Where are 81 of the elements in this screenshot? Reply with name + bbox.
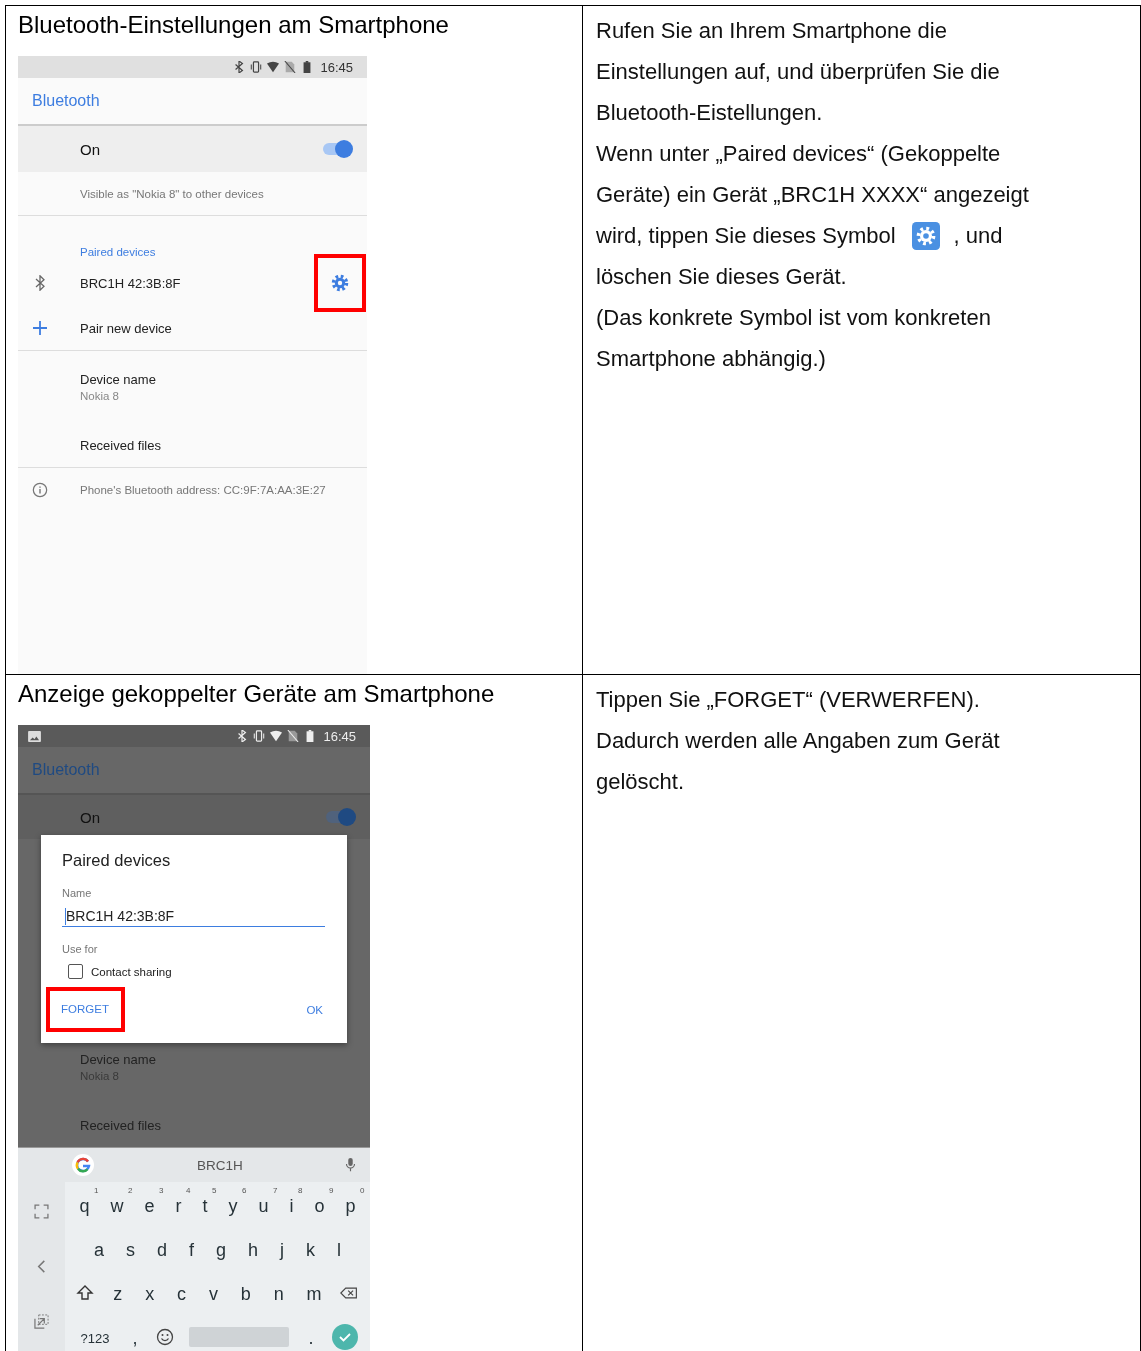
wifi-icon bbox=[267, 61, 280, 73]
dialog-title: Paired devices bbox=[62, 851, 172, 870]
google-logo-icon[interactable] bbox=[71, 1153, 95, 1177]
info-icon bbox=[32, 482, 48, 498]
pair-new-device[interactable]: Pair new device bbox=[80, 320, 172, 336]
visibility-note: Visible as "Nokia 8" to other devices bbox=[80, 187, 264, 200]
keyboard-key[interactable]: b bbox=[236, 1280, 255, 1306]
device-name-label: Device name bbox=[80, 1052, 157, 1067]
bluetooth-icon bbox=[236, 730, 249, 742]
screen-title: Bluetooth bbox=[32, 761, 100, 779]
instruction-text: löschen Sie dieses Gerät. bbox=[596, 263, 847, 291]
keyboard-key[interactable]: f bbox=[184, 1235, 198, 1261]
keyboard-key[interactable]: a bbox=[90, 1235, 108, 1261]
status-time: 16:45 bbox=[323, 728, 356, 744]
keyboard-key[interactable]: x bbox=[141, 1280, 159, 1306]
vibrate-icon bbox=[253, 730, 266, 742]
keyboard-key[interactable]: j bbox=[275, 1235, 288, 1261]
name-input-field[interactable]: BRC1H 42:3B:8F bbox=[62, 899, 325, 927]
use-for-label: Use for bbox=[62, 943, 99, 955]
keyboard-key[interactable]: h bbox=[243, 1235, 262, 1261]
instruction-text: , und bbox=[953, 222, 1003, 250]
instruction-text: Smartphone abhängig.) bbox=[596, 345, 826, 373]
keyboard-key[interactable]: m bbox=[302, 1280, 326, 1306]
bluetooth-switch[interactable] bbox=[326, 811, 354, 823]
forget-button[interactable]: FORGET bbox=[46, 987, 125, 1032]
keyboard-key[interactable]: g bbox=[211, 1235, 230, 1261]
field-label: Name bbox=[62, 887, 93, 899]
popout-icon[interactable] bbox=[34, 1314, 49, 1329]
keyboard-key[interactable]: c bbox=[173, 1280, 191, 1306]
vibrate-icon bbox=[250, 61, 263, 73]
toggle-label: On bbox=[80, 140, 101, 158]
step-caption: Anzeige gekoppelter Geräte am Smartphone bbox=[18, 679, 496, 709]
status-time: 16:45 bbox=[320, 59, 353, 75]
symbols-key[interactable]: ?123 bbox=[76, 1327, 114, 1347]
instruction-text: gelöscht. bbox=[596, 768, 685, 796]
keyboard-key[interactable]: v bbox=[204, 1280, 222, 1306]
expand-icon[interactable] bbox=[34, 1204, 49, 1219]
settings-button[interactable] bbox=[314, 254, 366, 312]
gear-icon bbox=[911, 221, 940, 250]
gear-icon bbox=[330, 273, 350, 293]
device-name-value: Nokia 8 bbox=[80, 390, 120, 402]
instruction-text: Dadurch werden alle Angaben zum Gerät bbox=[596, 727, 1000, 755]
check-icon[interactable] bbox=[332, 1323, 359, 1350]
section-label: Paired devices bbox=[80, 246, 156, 258]
emoji-icon[interactable] bbox=[156, 1327, 175, 1346]
instruction-text: Rufen Sie an Ihrem Smartphone die bbox=[596, 17, 947, 45]
keyboard-key[interactable]: z bbox=[109, 1280, 127, 1306]
keyboard-key[interactable]: d bbox=[152, 1235, 171, 1261]
instruction-text: Tippen Sie „FORGET“ (VERWERFEN). bbox=[596, 686, 980, 714]
bluetooth-icon bbox=[233, 61, 246, 73]
instruction-text: Bluetooth-Eistellungen. bbox=[596, 99, 823, 127]
keyboard-key[interactable]: n bbox=[269, 1280, 288, 1306]
bluetooth-switch[interactable] bbox=[323, 143, 351, 155]
checkbox[interactable] bbox=[68, 964, 83, 979]
instruction-text: Geräte) ein Gerät „BRC1H XXXX“ angezeigt bbox=[596, 181, 1029, 209]
bluetooth-address: Phone's Bluetooth address: CC:9F:7A:AA:3E:27 bbox=[80, 484, 326, 496]
no-sim-icon bbox=[287, 730, 300, 742]
wifi-icon bbox=[270, 730, 283, 742]
no-sim-icon bbox=[284, 61, 297, 73]
plus-icon bbox=[32, 320, 48, 336]
checkbox-label: Contact sharing bbox=[91, 965, 172, 978]
instruction-text: Einstellungen auf, und überprüfen Sie die bbox=[596, 58, 1000, 86]
keyboard-key[interactable]: k bbox=[301, 1235, 319, 1261]
toggle-label: On bbox=[80, 808, 101, 826]
instruction-text: Wenn unter „Paired devices“ (Gekoppelte bbox=[596, 140, 1001, 168]
instruction-text: wird, tippen Sie dieses Symbol bbox=[596, 222, 896, 250]
period-key[interactable]: . bbox=[304, 1324, 318, 1350]
device-name-label: Device name bbox=[80, 372, 157, 387]
received-files[interactable]: Received files bbox=[80, 437, 161, 453]
keyboard-key[interactable]: l bbox=[332, 1235, 345, 1261]
shift-icon[interactable] bbox=[76, 1283, 95, 1302]
ok-button[interactable]: OK bbox=[290, 991, 339, 1028]
keyboard-key[interactable]: s bbox=[122, 1235, 139, 1261]
comma-key[interactable]: , bbox=[128, 1324, 142, 1350]
paired-device-name[interactable]: BRC1H 42:3B:8F bbox=[80, 275, 181, 291]
instruction-text: (Das konkrete Symbol ist vom konkreten bbox=[596, 304, 991, 332]
microphone-icon[interactable] bbox=[345, 1157, 356, 1173]
screen-title: Bluetooth bbox=[32, 92, 100, 110]
image-icon bbox=[28, 730, 41, 742]
step-caption: Bluetooth-Einstellungen am Smartphone bbox=[18, 10, 450, 40]
received-files: Received files bbox=[80, 1117, 161, 1133]
